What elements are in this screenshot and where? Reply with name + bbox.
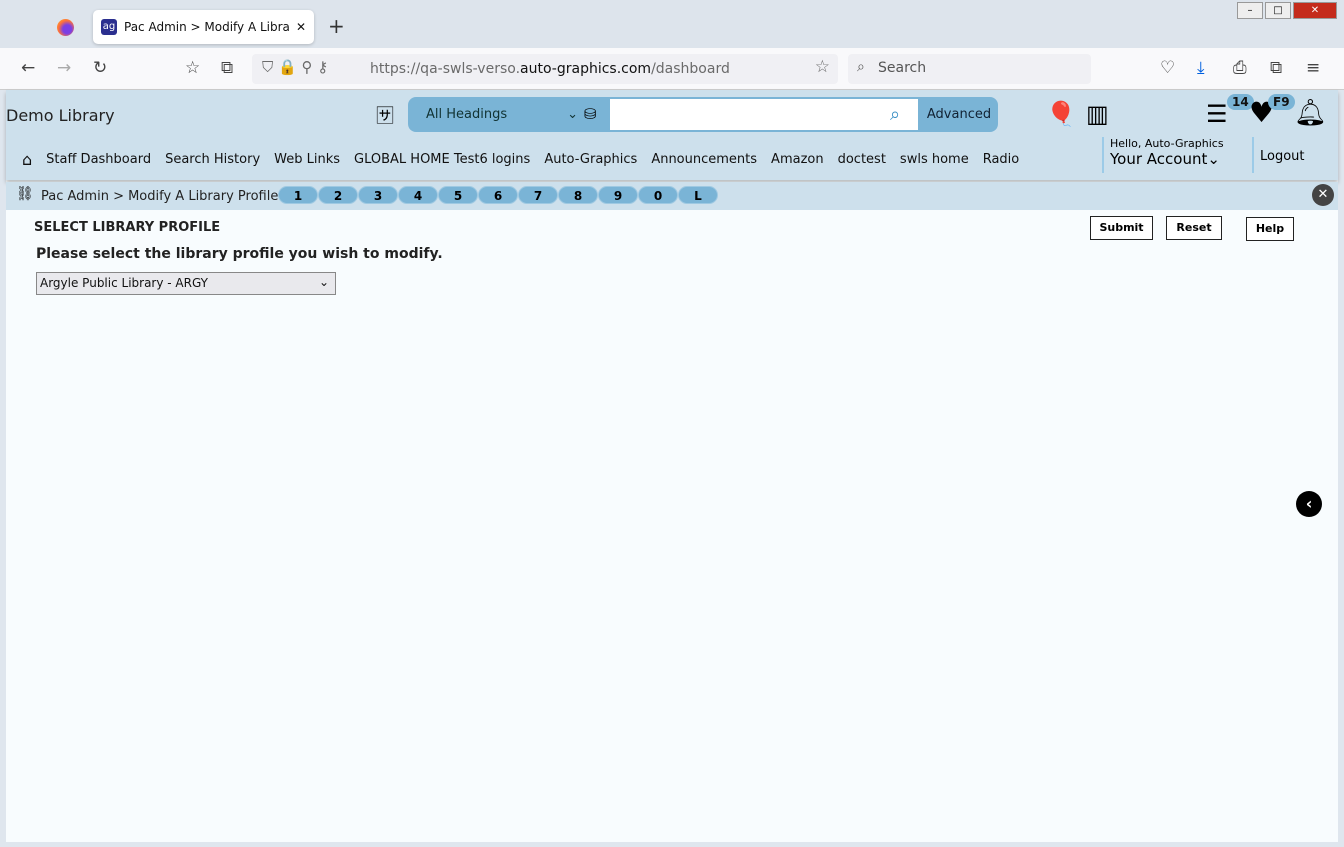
menu-item-radio[interactable]: Radio (983, 152, 1020, 167)
back-icon[interactable]: ← (21, 58, 35, 78)
list-icon[interactable]: ☰ (1206, 100, 1228, 128)
help-button[interactable]: Help (1246, 217, 1294, 241)
bookmark-page-icon[interactable]: ☆ (185, 58, 200, 78)
quick-key[interactable]: 8 (558, 186, 598, 204)
chevron-down-icon: ⌄ (318, 275, 329, 289)
catalog-search-icon[interactable]: ▥ (1086, 100, 1109, 128)
selected-library: Argyle Public Library - ARGY (40, 276, 209, 290)
menu-item-web-links[interactable]: Web Links (274, 152, 340, 167)
logout-link[interactable]: Logout (1252, 137, 1305, 173)
tab-title: Pac Admin > Modify A Library Profile (124, 20, 289, 34)
favorites-badge: F9 (1268, 94, 1295, 110)
quick-key[interactable]: 9 (598, 186, 638, 204)
quick-key[interactable]: 7 (518, 186, 558, 204)
url-path: /dashboard (651, 61, 730, 77)
menu-item-global-home[interactable]: GLOBAL HOME Test6 logins (354, 152, 530, 167)
browser-tab[interactable]: ag Pac Admin > Modify A Library Profile … (93, 10, 314, 44)
home-icon[interactable]: ⌂ (22, 150, 32, 169)
menu-item-search-history[interactable]: Search History (165, 152, 260, 167)
firefox-icon (57, 19, 74, 36)
window-controls: – □ ✕ (1237, 2, 1337, 19)
bell-icon[interactable]: 🔔︎ (1294, 98, 1327, 128)
close-icon[interactable]: ✕ (1312, 184, 1334, 206)
search-scope-select[interactable]: All Headings ⌄ (426, 107, 578, 122)
quick-key[interactable]: 5 (438, 186, 478, 204)
balloon-icon[interactable]: 🎈 (1046, 100, 1076, 128)
forward-icon[interactable]: → (57, 58, 71, 78)
reload-icon[interactable]: ↻ (93, 58, 107, 78)
section-title: SELECT LIBRARY PROFILE (34, 220, 221, 235)
quick-key[interactable]: 0 (638, 186, 678, 204)
print-icon[interactable]: ⎙ (1233, 58, 1247, 78)
download-icon[interactable]: ⤓ (1197, 58, 1205, 78)
menu-item-doctest[interactable]: doctest (838, 152, 886, 167)
account-label: Your Account (1110, 150, 1208, 168)
prompt-text: Please select the library profile you wi… (36, 246, 443, 262)
browser-search-input[interactable]: ⌕ Search (848, 54, 1091, 84)
search-scope-value: All Headings (426, 107, 508, 122)
search-icon[interactable]: ⌕ (890, 104, 900, 125)
menu-item-announcements[interactable]: Announcements (651, 152, 757, 167)
library-profile-select[interactable]: Argyle Public Library - ARGY ⌄ (36, 272, 336, 295)
quick-key[interactable]: L (678, 186, 718, 204)
chevron-left-icon[interactable]: ‹ (1296, 491, 1322, 517)
account-menu[interactable]: Hello, Auto-Graphics Your Account⌄ (1102, 137, 1224, 173)
quick-key[interactable]: 6 (478, 186, 518, 204)
search-box: All Headings ⌄ ⛁ ⌕ Advanced (408, 97, 998, 132)
breadcrumb: Pac Admin > Modify A Library Profile (41, 189, 279, 204)
close-window-button[interactable]: ✕ (1293, 2, 1337, 19)
submit-button[interactable]: Submit (1090, 216, 1153, 240)
quick-key[interactable]: 4 (398, 186, 438, 204)
extensions-icon[interactable]: ⧉ (1270, 58, 1282, 78)
url-domain: auto-graphics.com (520, 61, 652, 77)
database-icon[interactable]: ⛁ (584, 105, 597, 123)
address-bar[interactable]: https://qa-swls-verso. auto-graphics.com /… (252, 54, 838, 84)
search-placeholder: Search (878, 60, 927, 76)
reset-button[interactable]: Reset (1166, 216, 1222, 240)
search-icon: ⌕ (857, 59, 865, 75)
quick-key[interactable]: 2 (318, 186, 358, 204)
share-icon[interactable]: ⧉ (221, 58, 233, 78)
menu-item-staff-dashboard[interactable]: Staff Dashboard (46, 152, 151, 167)
quick-keys: 1 2 3 4 5 6 7 8 9 0 L (278, 186, 718, 204)
menu-item-auto-graphics[interactable]: Auto-Graphics (544, 152, 637, 167)
app: Demo Library 🈂 All Headings ⌄ ⛁ ⌕ Advance… (6, 90, 1338, 842)
new-tab-button[interactable]: + (328, 14, 345, 38)
close-tab-icon[interactable]: ✕ (296, 20, 306, 34)
menu-icon[interactable]: ≡ (1306, 58, 1320, 78)
site-favicon-icon: ag (101, 19, 117, 35)
quick-key[interactable]: 3 (358, 186, 398, 204)
shield-lock-icons: ⛉ 🔒 ⚲ ⚷ (262, 58, 329, 76)
chevron-down-icon: ⌄ (1207, 150, 1220, 168)
translate-icon[interactable]: 🈂 (376, 102, 394, 128)
greeting: Hello, Auto-Graphics (1110, 137, 1224, 150)
site-header: Demo Library 🈂 All Headings ⌄ ⛁ ⌕ Advance… (6, 90, 1338, 180)
menu-item-amazon[interactable]: Amazon (771, 152, 824, 167)
star-icon[interactable]: ☆ (815, 57, 830, 77)
main-menu: ⌂ Staff Dashboard Search History Web Lin… (22, 150, 1019, 169)
url-prefix: https://qa-swls-verso. (370, 61, 521, 77)
link-icon: ⛓ (16, 186, 34, 202)
quick-key[interactable]: 1 (278, 186, 318, 204)
breadcrumb-bar: ⛓ Pac Admin > Modify A Library Profile 1… (6, 182, 1338, 210)
pocket-icon[interactable]: ♡ (1160, 58, 1175, 78)
advanced-search-button[interactable]: Advanced (920, 97, 998, 132)
maximize-button[interactable]: □ (1265, 2, 1291, 19)
library-name: Demo Library (6, 106, 115, 125)
browser-tab-bar: ag Pac Admin > Modify A Library Profile … (0, 0, 1344, 48)
minimize-button[interactable]: – (1237, 2, 1263, 19)
search-input[interactable] (610, 99, 918, 130)
browser-toolbar: ← → ↻ ☆ ⧉ https://qa-swls-verso. auto-gra… (0, 48, 1344, 90)
menu-item-swls-home[interactable]: swls home (900, 152, 969, 167)
